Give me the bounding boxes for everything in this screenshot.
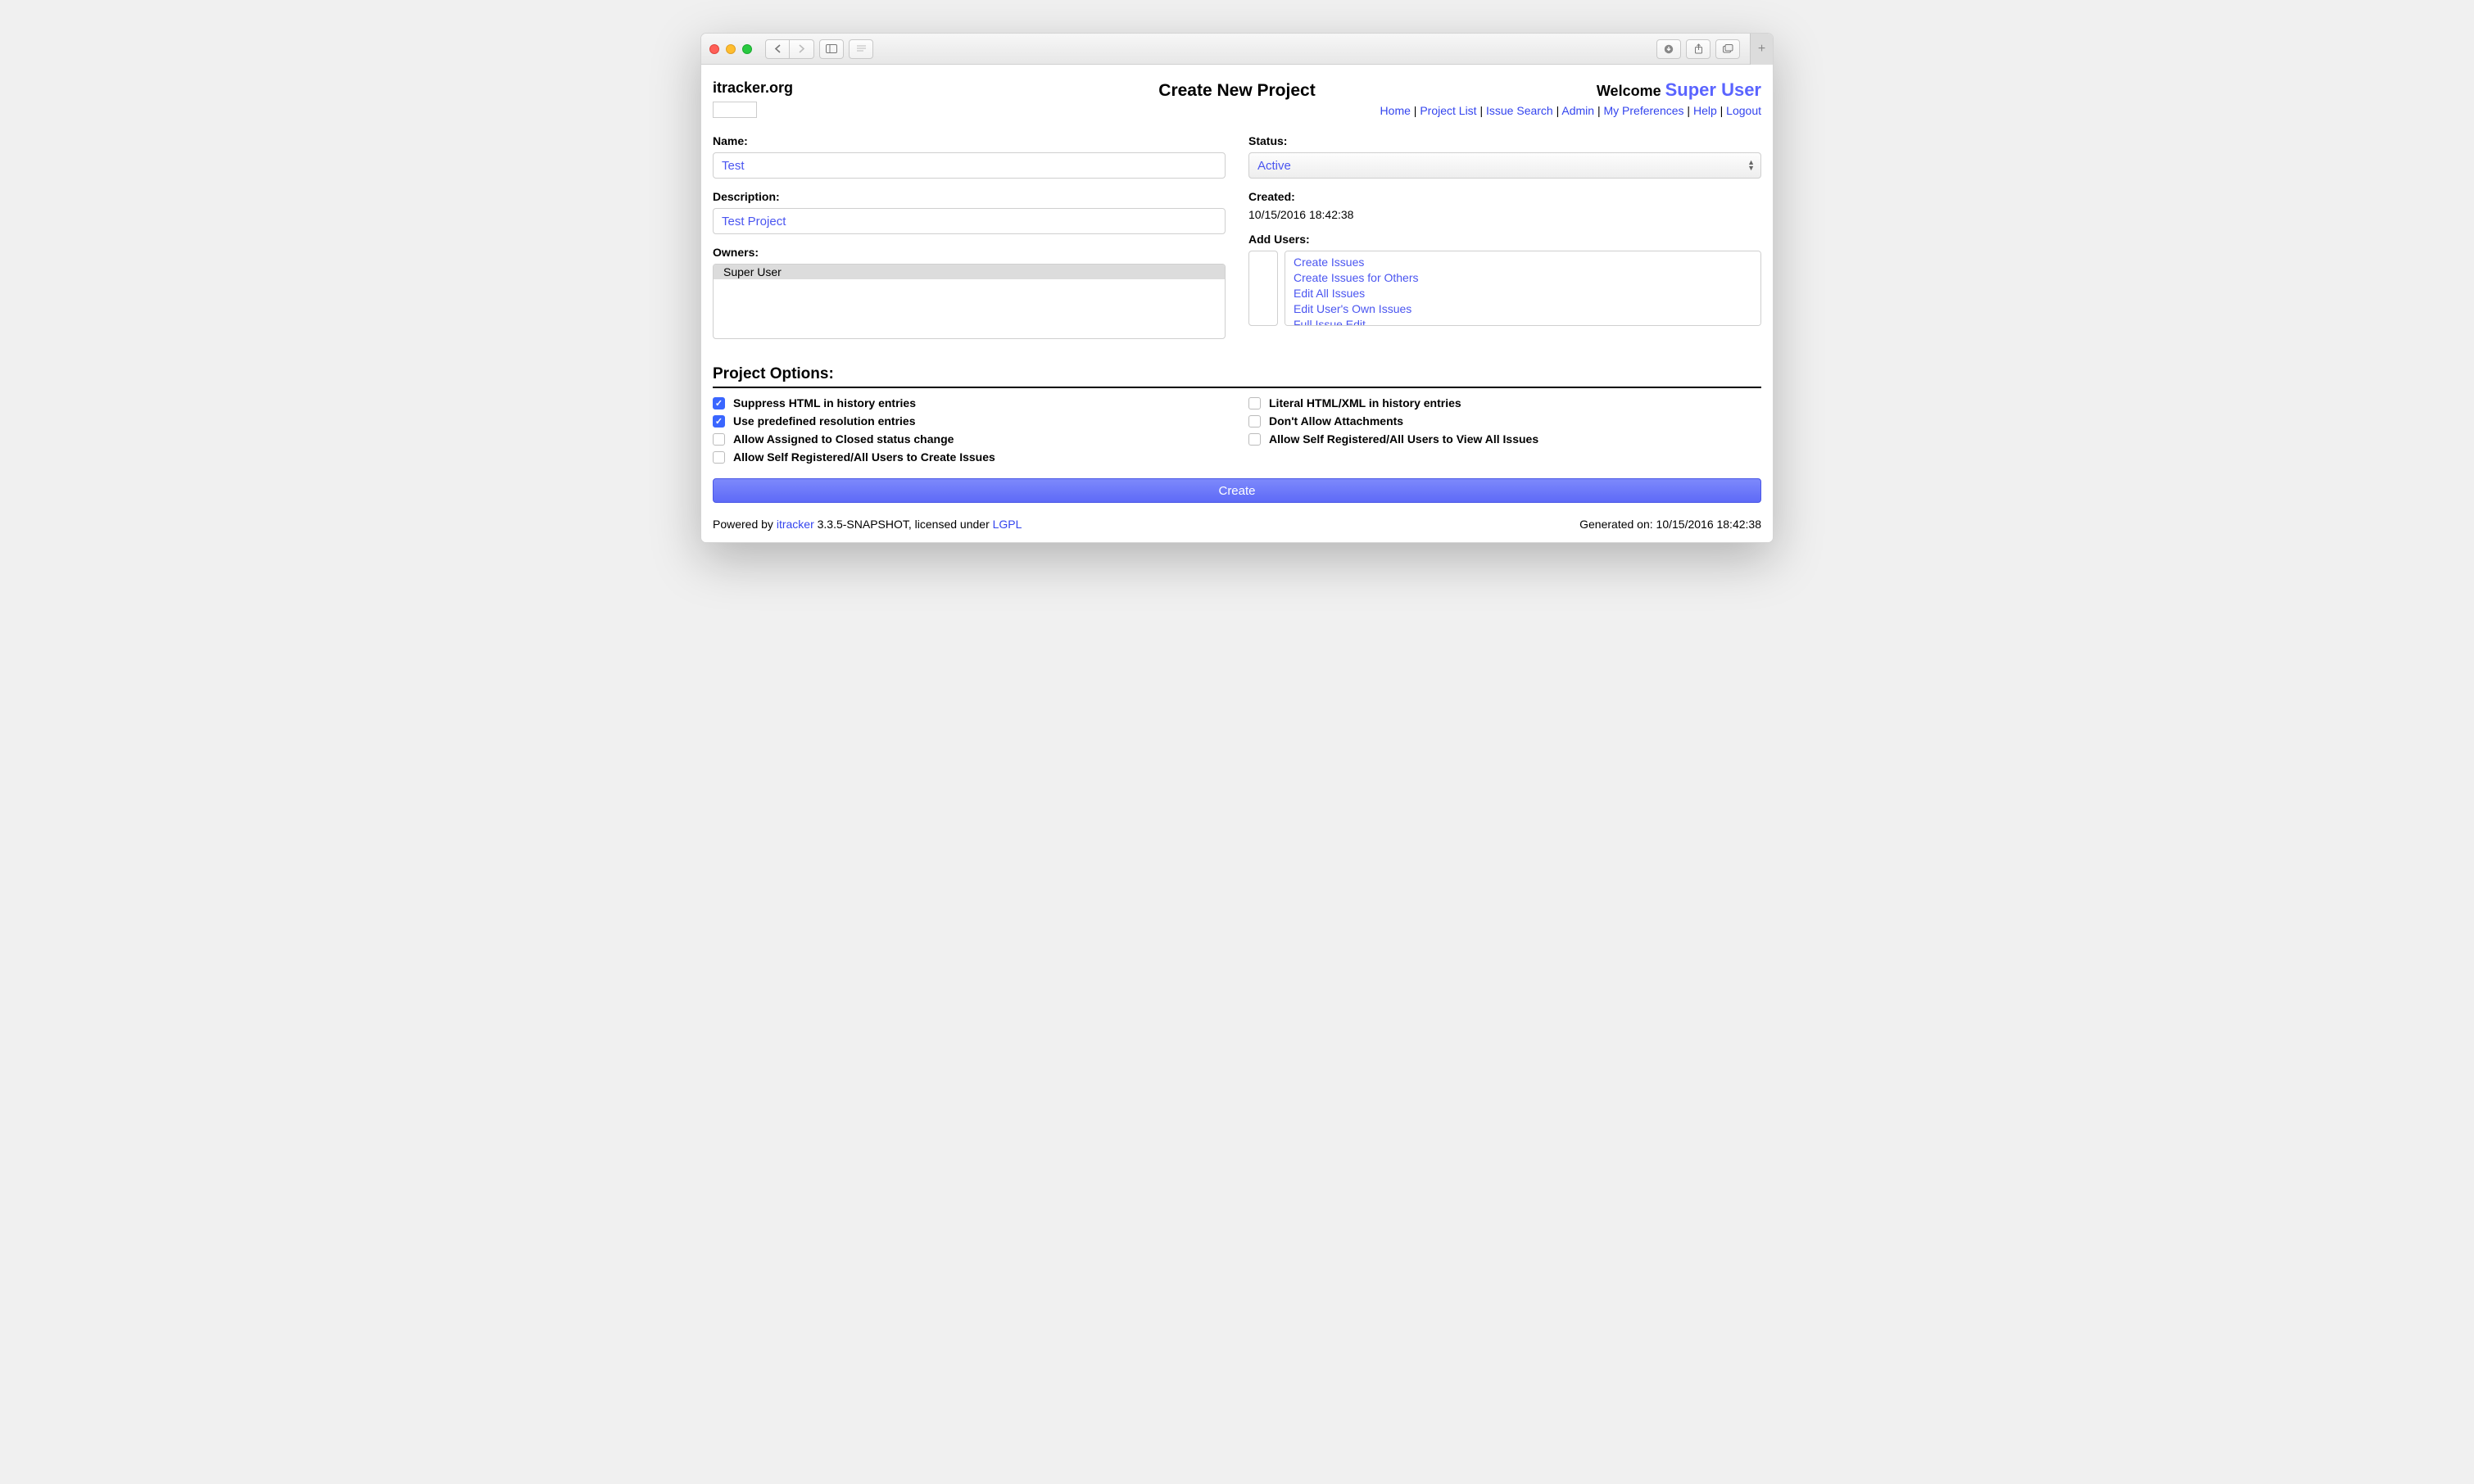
perm-create-issues-others[interactable]: Create Issues for Others	[1294, 270, 1752, 286]
brand-block: itracker.org	[713, 79, 1158, 118]
zoom-window-button[interactable]	[742, 44, 752, 54]
downloads-button[interactable]	[1656, 39, 1681, 59]
option-left-3[interactable]: Allow Self Registered/All Users to Creat…	[713, 450, 1226, 464]
footer-left: Powered by itracker 3.3.5-SNAPSHOT, lice…	[713, 518, 1022, 531]
option-left-2[interactable]: Allow Assigned to Closed status change	[713, 432, 1226, 446]
owners-listbox[interactable]: Super User	[713, 264, 1226, 339]
welcome-user: Super User	[1665, 79, 1761, 100]
nav-issue-search[interactable]: Issue Search	[1486, 104, 1553, 117]
nav-project-list[interactable]: Project List	[1420, 104, 1476, 117]
option-left-2-checkbox[interactable]	[713, 433, 725, 446]
description-input[interactable]	[713, 208, 1226, 234]
option-left-3-checkbox[interactable]	[713, 451, 725, 464]
footer-right: Generated on: 10/15/2016 18:42:38	[1579, 518, 1761, 531]
new-tab-button[interactable]: +	[1750, 34, 1773, 65]
option-left-1[interactable]: ✓ Use predefined resolution entries	[713, 414, 1226, 428]
toolbar-right: +	[1656, 34, 1765, 65]
brand-logo-placeholder	[713, 102, 757, 118]
footer-app-link[interactable]: itracker	[777, 518, 814, 531]
powered-by-label: Powered by	[713, 518, 777, 531]
window-controls	[709, 44, 752, 54]
nav-links: Home | Project List | Issue Search | Adm…	[1316, 104, 1761, 117]
close-window-button[interactable]	[709, 44, 719, 54]
name-input[interactable]	[713, 152, 1226, 179]
nav-my-preferences[interactable]: My Preferences	[1603, 104, 1683, 117]
nav-logout[interactable]: Logout	[1726, 104, 1761, 117]
option-right-2[interactable]: Allow Self Registered/All Users to View …	[1248, 432, 1761, 446]
option-left-1-checkbox[interactable]: ✓	[713, 415, 725, 428]
option-right-1-label: Don't Allow Attachments	[1269, 414, 1403, 428]
option-right-0-checkbox[interactable]	[1248, 397, 1261, 409]
tabs-button[interactable]	[1715, 39, 1740, 59]
sidebar-toggle-button[interactable]	[819, 39, 844, 59]
brand-name: itracker.org	[713, 79, 1158, 97]
titlebar: +	[701, 34, 1773, 65]
option-right-2-checkbox[interactable]	[1248, 433, 1261, 446]
create-button[interactable]: Create	[713, 478, 1761, 503]
option-left-1-label: Use predefined resolution entries	[733, 414, 916, 428]
nav-buttons	[765, 39, 814, 59]
generated-value: 10/15/2016 18:42:38	[1656, 518, 1761, 531]
option-right-1[interactable]: Don't Allow Attachments	[1248, 414, 1761, 428]
name-label: Name:	[713, 134, 1226, 147]
owners-option[interactable]: Super User	[714, 265, 1225, 279]
page-content: itracker.org Create New Project Welcome …	[701, 65, 1773, 542]
page-title: Create New Project	[1158, 79, 1315, 101]
owners-label: Owners:	[713, 246, 1226, 259]
option-left-3-label: Allow Self Registered/All Users to Creat…	[733, 450, 995, 464]
option-left-2-label: Allow Assigned to Closed status change	[733, 432, 954, 446]
created-value: 10/15/2016 18:42:38	[1248, 208, 1761, 221]
browser-window: + itracker.org Create New Project Welcom…	[700, 33, 1774, 543]
status-label: Status:	[1248, 134, 1761, 147]
permissions-list[interactable]: Create Issues Create Issues for Others E…	[1285, 251, 1761, 326]
option-right-2-label: Allow Self Registered/All Users to View …	[1269, 432, 1538, 446]
addusers-empty-list[interactable]	[1248, 251, 1278, 326]
nav-admin[interactable]: Admin	[1561, 104, 1594, 117]
project-options-title: Project Options:	[713, 365, 1761, 388]
option-left-0-label: Suppress HTML in history entries	[733, 396, 916, 409]
option-left-0[interactable]: ✓ Suppress HTML in history entries	[713, 396, 1226, 409]
share-button[interactable]	[1686, 39, 1711, 59]
welcome-block: Welcome Super User Home | Project List |…	[1316, 79, 1761, 117]
option-left-0-checkbox[interactable]: ✓	[713, 397, 725, 409]
nav-help[interactable]: Help	[1693, 104, 1717, 117]
status-select[interactable]: Active	[1248, 152, 1761, 179]
minimize-window-button[interactable]	[726, 44, 736, 54]
created-label: Created:	[1248, 190, 1761, 203]
perm-full-issue-edit[interactable]: Full Issue Edit	[1294, 317, 1752, 326]
perm-edit-all-issues[interactable]: Edit All Issues	[1294, 286, 1752, 301]
forward-button[interactable]	[790, 39, 814, 59]
welcome-label: Welcome	[1597, 83, 1661, 99]
perm-create-issues[interactable]: Create Issues	[1294, 255, 1752, 270]
generated-label: Generated on:	[1579, 518, 1656, 531]
footer-license-link[interactable]: LGPL	[993, 518, 1022, 531]
footer: Powered by itracker 3.3.5-SNAPSHOT, lice…	[713, 518, 1761, 531]
back-button[interactable]	[765, 39, 790, 59]
option-right-0[interactable]: Literal HTML/XML in history entries	[1248, 396, 1761, 409]
addusers-label: Add Users:	[1248, 233, 1761, 246]
footer-version: 3.3.5-SNAPSHOT, licensed under	[814, 518, 993, 531]
welcome-text: Welcome Super User	[1316, 79, 1761, 101]
view-buttons	[819, 39, 873, 59]
option-right-1-checkbox[interactable]	[1248, 415, 1261, 428]
nav-home[interactable]: Home	[1380, 104, 1411, 117]
perm-edit-own-issues[interactable]: Edit User's Own Issues	[1294, 301, 1752, 317]
description-label: Description:	[713, 190, 1226, 203]
reader-button[interactable]	[849, 39, 873, 59]
option-right-0-label: Literal HTML/XML in history entries	[1269, 396, 1461, 409]
